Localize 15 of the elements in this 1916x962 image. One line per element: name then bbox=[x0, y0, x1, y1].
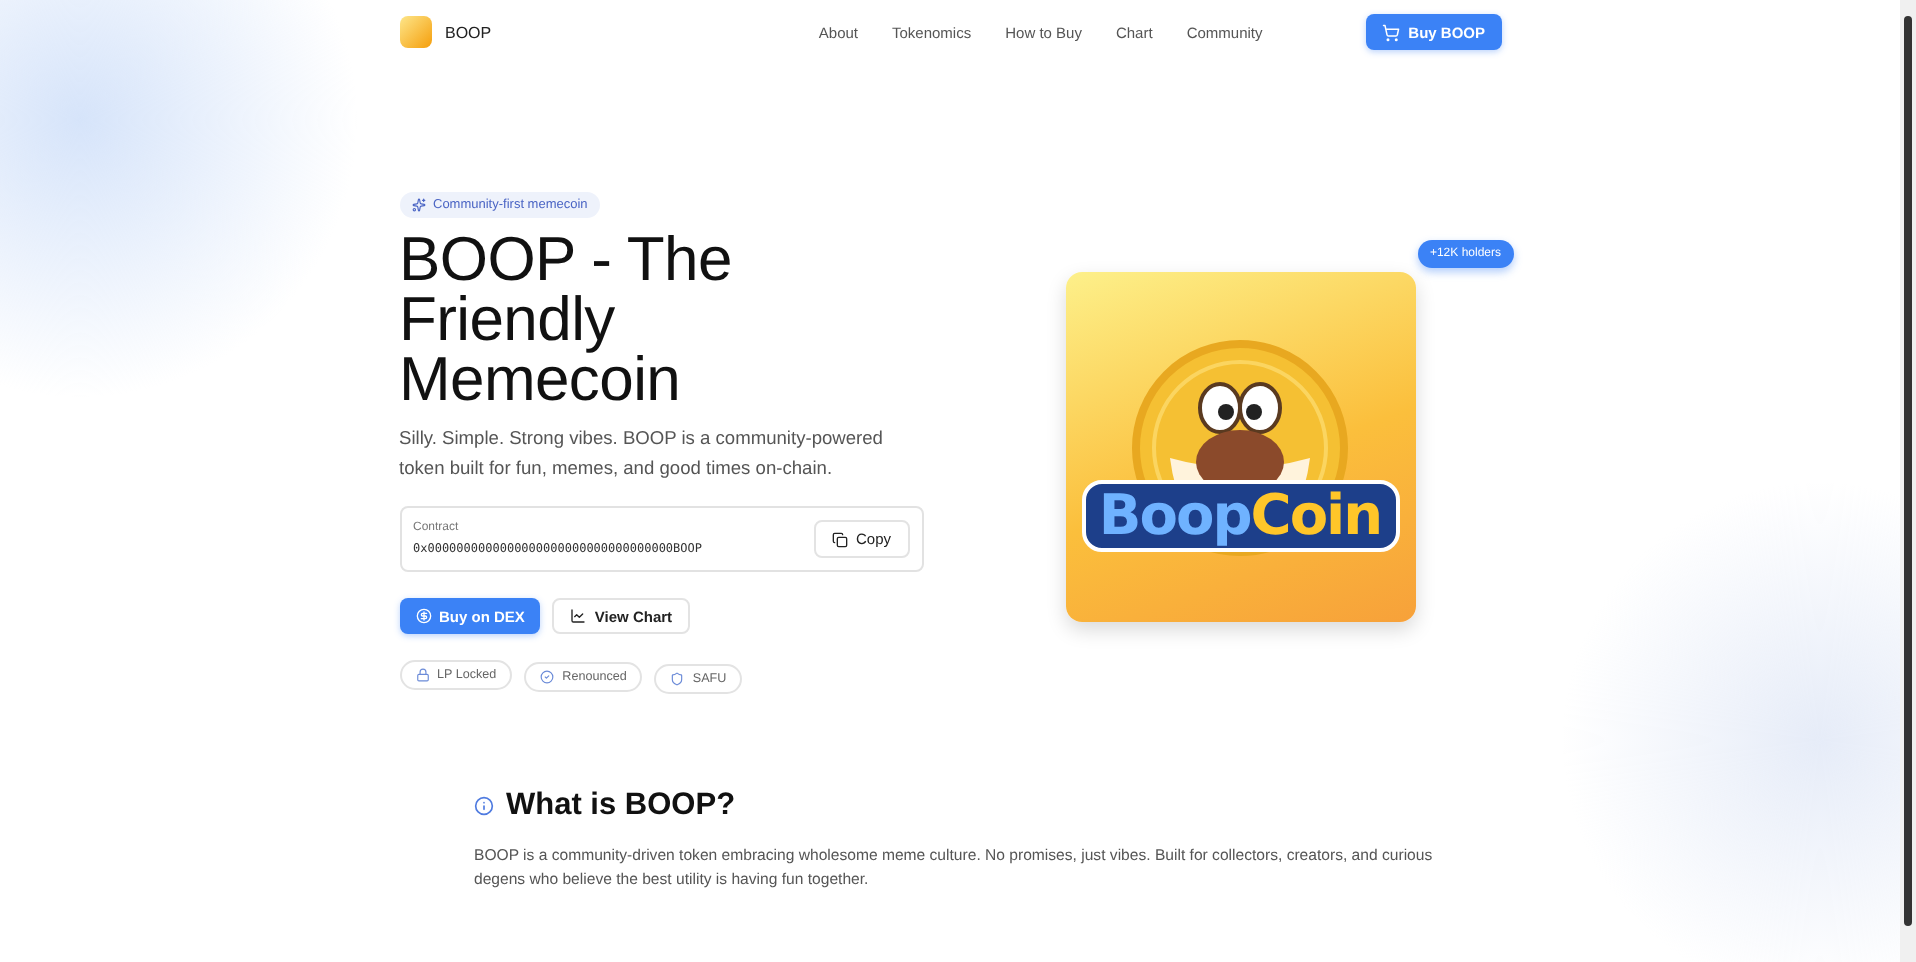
lock-icon bbox=[415, 668, 429, 682]
brand-name: BOOP bbox=[445, 23, 492, 41]
chart-icon bbox=[570, 608, 587, 624]
section-title: What is BOOP? bbox=[506, 788, 736, 824]
coin-icon bbox=[415, 608, 431, 624]
coin-wordmark: BoopCoin bbox=[1081, 480, 1399, 552]
copy-icon bbox=[831, 531, 848, 547]
check-icon bbox=[540, 670, 555, 684]
shield-icon bbox=[670, 672, 685, 686]
scrollbar[interactable] bbox=[1900, 0, 1916, 962]
info-icon bbox=[474, 796, 494, 816]
cart-icon bbox=[1382, 23, 1401, 41]
hero-subtitle: Silly. Simple. Strong vibes. BOOP is a community-powered token built for fun, memes, and good times on-chain. bbox=[399, 426, 885, 482]
sparkles-icon bbox=[411, 198, 425, 212]
hero-title: BOOP - The Friendly Memecoin bbox=[399, 230, 734, 410]
